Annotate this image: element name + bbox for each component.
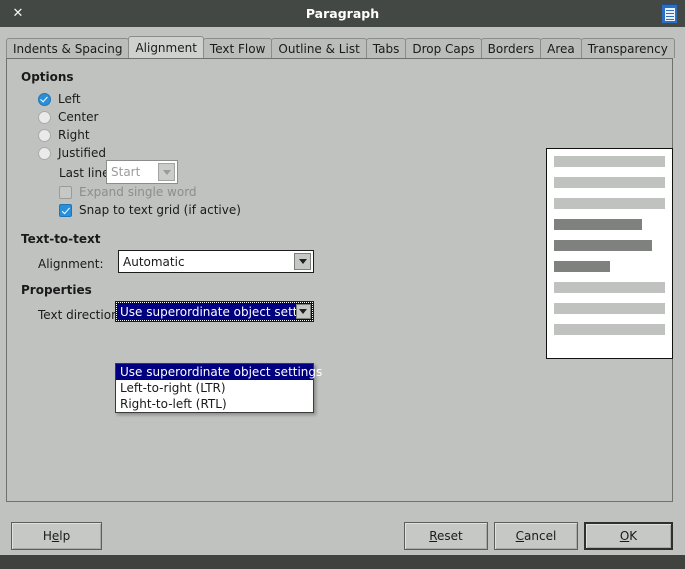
ok-button-mnemonic: O (619, 529, 630, 543)
tab-borders[interactable]: Borders (480, 38, 542, 58)
text-direction-value: Use superordinate object settings (120, 304, 296, 319)
options-section-heading: Options (21, 70, 74, 84)
cancel-button-mnemonic: C (515, 529, 525, 543)
text-to-text-alignment-combobox[interactable]: Automatic (118, 250, 314, 273)
preview-line (554, 261, 610, 272)
chevron-down-icon[interactable] (295, 304, 311, 319)
paragraph-alignment-preview (546, 148, 673, 359)
checkbox-expand-single-word[interactable]: Expand single word (59, 184, 197, 200)
radio-label: Justified (58, 146, 106, 160)
close-icon[interactable]: ✕ (0, 0, 36, 27)
checkbox-label: Expand single word (79, 185, 197, 199)
preview-line (554, 219, 642, 230)
radio-align-right[interactable]: Right (38, 127, 90, 143)
reset-button-mnemonic: R (429, 529, 438, 543)
preview-line (554, 282, 665, 293)
radio-indicator (38, 92, 51, 106)
checkbox-label: Snap to text grid (if active) (79, 203, 241, 217)
radio-align-left[interactable]: Left (38, 91, 81, 107)
text-direction-label: Text direction: (38, 308, 123, 322)
chevron-down-icon[interactable] (294, 253, 311, 270)
preview-line (554, 303, 665, 314)
checkbox-snap-to-text-grid[interactable]: Snap to text grid (if active) (59, 202, 241, 218)
text-direction-combobox[interactable]: Use superordinate object settings (115, 301, 314, 322)
dropdown-option-ltr[interactable]: Left-to-right (LTR) (116, 380, 313, 396)
tab-area[interactable]: Area (540, 38, 582, 58)
ok-button[interactable]: OK (584, 522, 673, 550)
checkbox-indicator (59, 185, 72, 199)
tab-alignment[interactable]: Alignment (128, 36, 204, 58)
alignment-tab-panel: Options Left Center Right Justified Last… (6, 58, 673, 502)
preview-line (554, 156, 665, 167)
writer-document-icon (661, 4, 678, 24)
tab-transparency[interactable]: Transparency (580, 38, 675, 58)
tab-outline-and-list[interactable]: Outline & List (271, 38, 367, 58)
radio-label: Right (58, 128, 90, 142)
window-bottom-edge (0, 555, 685, 569)
radio-indicator (38, 146, 51, 160)
paragraph-dialog: Indents & Spacing Alignment Text Flow Ou… (0, 27, 685, 555)
dropdown-option-rtl[interactable]: Right-to-left (RTL) (116, 396, 313, 412)
radio-indicator (38, 128, 51, 142)
help-button-mnemonic: e (51, 529, 60, 543)
properties-section-heading: Properties (21, 283, 92, 297)
radio-align-center[interactable]: Center (38, 109, 98, 125)
text-direction-dropdown-list[interactable]: Use superordinate object settings Left-t… (115, 363, 322, 413)
chevron-down-icon[interactable] (158, 163, 175, 181)
tab-tabs[interactable]: Tabs (365, 38, 407, 58)
radio-label: Left (58, 92, 81, 106)
radio-indicator (38, 110, 51, 124)
dropdown-option-use-superordinate[interactable]: Use superordinate object settings (116, 364, 322, 380)
cancel-button[interactable]: Cancel (494, 522, 578, 550)
tab-drop-caps[interactable]: Drop Caps (405, 38, 482, 58)
radio-align-justified[interactable]: Justified (38, 145, 106, 161)
title-bar: ✕ Paragraph (0, 0, 685, 27)
tab-bar: Indents & Spacing Alignment Text Flow Ou… (6, 36, 675, 58)
preview-line (554, 324, 665, 335)
help-button[interactable]: Help (11, 522, 102, 550)
radio-label: Center (58, 110, 99, 124)
text-to-text-section-heading: Text-to-text (21, 232, 101, 246)
tab-indents-and-spacing[interactable]: Indents & Spacing (6, 38, 130, 58)
text-to-text-alignment-value: Automatic (123, 254, 185, 269)
last-line-value: Start (111, 165, 141, 179)
preview-line (554, 177, 665, 188)
last-line-combobox[interactable]: Start (106, 160, 178, 184)
reset-button[interactable]: Reset (404, 522, 488, 550)
preview-line (554, 240, 652, 251)
checkbox-indicator (59, 203, 72, 217)
preview-line (554, 198, 665, 209)
window-title: Paragraph (305, 6, 380, 21)
text-to-text-alignment-label: Alignment: (38, 257, 104, 271)
tab-text-flow[interactable]: Text Flow (202, 38, 273, 58)
